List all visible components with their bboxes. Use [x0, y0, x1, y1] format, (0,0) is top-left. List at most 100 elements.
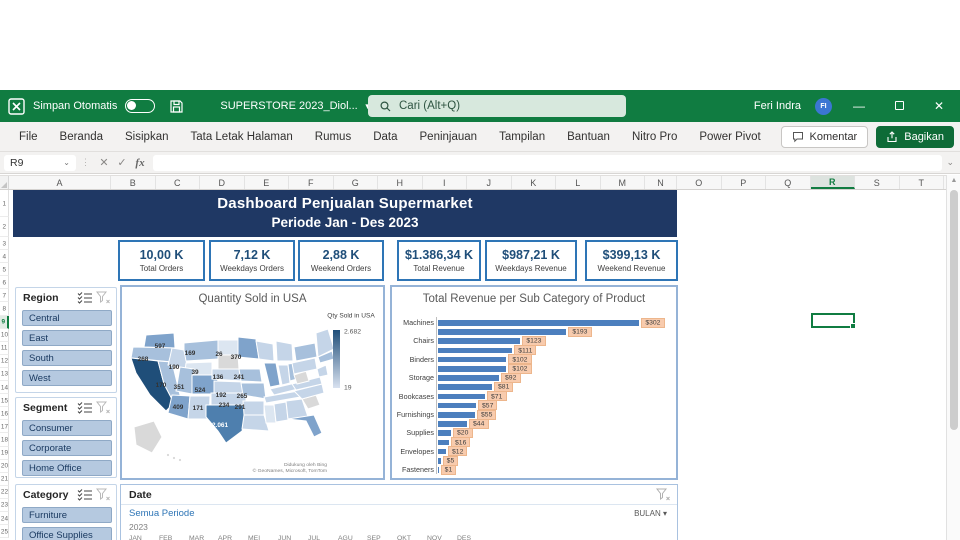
insert-function-icon[interactable]: fx	[131, 157, 149, 169]
select-all-corner[interactable]	[0, 176, 9, 189]
column-header-H[interactable]: H	[378, 176, 423, 189]
date-timeline-slicer[interactable]: Date Semua Periode BULAN ▾ 2023 JAN FEB MA…	[120, 484, 678, 540]
selected-cell-R9[interactable]	[811, 313, 856, 329]
column-header-N[interactable]: N	[645, 176, 677, 189]
row-header-3[interactable]: 3	[0, 237, 9, 251]
close-button[interactable]: ✕	[926, 99, 952, 113]
timeline-month-jun[interactable]: JUN	[278, 534, 291, 540]
ribbon-tab-power-pivot[interactable]: Power Pivot	[688, 125, 771, 149]
scrollbar-thumb[interactable]	[950, 190, 958, 430]
timeline-period-label[interactable]: Semua Periode	[129, 508, 194, 519]
map-chart[interactable]: Quantity Sold in USA 597 268 169 26 370 …	[120, 285, 385, 480]
document-title[interactable]: SUPERSTORE 2023_Diol... ▼	[220, 100, 371, 112]
column-header-D[interactable]: D	[200, 176, 245, 189]
scroll-up-icon[interactable]: ▲	[947, 177, 960, 184]
timeline-granularity-dropdown[interactable]: BULAN ▾	[634, 509, 667, 518]
row-header-12[interactable]: 12	[0, 354, 9, 368]
row-header-11[interactable]: 11	[0, 341, 9, 355]
row-header-10[interactable]: 10	[0, 328, 9, 342]
slicer-item-office-supplies[interactable]: Office Supplies	[22, 527, 112, 540]
multiselect-icon[interactable]	[77, 291, 93, 304]
row-header-7[interactable]: 7	[0, 289, 9, 303]
clear-filter-icon[interactable]	[95, 401, 111, 414]
ribbon-tab-tampilan[interactable]: Tampilan	[488, 125, 556, 149]
share-button[interactable]: Bagikan	[876, 126, 954, 148]
row-header-2[interactable]: 2	[0, 217, 9, 237]
clear-filter-icon[interactable]	[95, 291, 111, 304]
row-header-22[interactable]: 22	[0, 485, 9, 499]
column-header-S[interactable]: S	[855, 176, 900, 189]
column-header-L[interactable]: L	[556, 176, 601, 189]
column-header-J[interactable]: J	[467, 176, 512, 189]
timeline-month-agu[interactable]: AGU	[338, 534, 353, 540]
row-header-15[interactable]: 15	[0, 394, 9, 408]
cancel-icon[interactable]: ✕	[95, 156, 113, 169]
multiselect-icon[interactable]	[77, 401, 93, 414]
row-header-8[interactable]: 8	[0, 302, 9, 316]
minimize-button[interactable]: —	[846, 99, 872, 113]
timeline-month-des[interactable]: DES	[457, 534, 471, 540]
row-header-25[interactable]: 25	[0, 525, 9, 539]
formula-input[interactable]	[153, 154, 943, 171]
row-header-23[interactable]: 23	[0, 498, 9, 512]
column-header-G[interactable]: G	[334, 176, 378, 189]
slicer-item-south[interactable]: South	[22, 350, 112, 366]
enter-icon[interactable]: ✓	[113, 156, 131, 169]
ribbon-tab-tata-letak-halaman[interactable]: Tata Letak Halaman	[179, 125, 303, 149]
slicer-item-west[interactable]: West	[22, 370, 112, 386]
multiselect-icon[interactable]	[77, 488, 93, 501]
column-header-T[interactable]: T	[900, 176, 944, 189]
column-header-P[interactable]: P	[722, 176, 766, 189]
timeline-month-feb[interactable]: FEB	[159, 534, 172, 540]
timeline-month-mar[interactable]: MAR	[189, 534, 204, 540]
column-header-M[interactable]: M	[601, 176, 645, 189]
row-header-20[interactable]: 20	[0, 459, 9, 473]
name-box[interactable]: R9 ⌄	[4, 154, 76, 171]
vertical-scrollbar[interactable]: ▲	[946, 175, 960, 540]
row-header-1[interactable]: 1	[0, 190, 9, 217]
bar-chart[interactable]: Total Revenue per Sub Category of Produc…	[390, 285, 678, 480]
slicer-item-central[interactable]: Central	[22, 310, 112, 326]
comments-button[interactable]: Komentar	[780, 126, 869, 148]
avatar[interactable]: FI	[815, 97, 832, 115]
timeline-month-apr[interactable]: APR	[218, 534, 232, 540]
row-header-24[interactable]: 24	[0, 511, 9, 526]
column-header-O[interactable]: O	[677, 176, 722, 189]
row-header-18[interactable]: 18	[0, 433, 9, 447]
ribbon-tab-rumus[interactable]: Rumus	[304, 125, 362, 149]
timeline-month-mei[interactable]: MEI	[248, 534, 260, 540]
row-header-4[interactable]: 4	[0, 250, 9, 264]
search-input[interactable]: Cari (Alt+Q)	[368, 95, 626, 117]
clear-filter-icon[interactable]	[95, 488, 111, 501]
slicer-item-furniture[interactable]: Furniture	[22, 507, 112, 523]
row-header-16[interactable]: 16	[0, 407, 9, 421]
ribbon-tab-data[interactable]: Data	[362, 125, 408, 149]
row-header-13[interactable]: 13	[0, 367, 9, 382]
collapse-ribbon-icon[interactable]: ⌄	[946, 157, 960, 168]
row-header-5[interactable]: 5	[0, 263, 9, 277]
ribbon-tab-sisipkan[interactable]: Sisipkan	[114, 125, 179, 149]
column-header-B[interactable]: B	[111, 176, 156, 189]
ribbon-tab-beranda[interactable]: Beranda	[49, 125, 114, 149]
excel-app-icon[interactable]	[8, 97, 25, 115]
row-header-6[interactable]: 6	[0, 276, 9, 290]
slicer-item-consumer[interactable]: Consumer	[22, 420, 112, 436]
slicer-item-corporate[interactable]: Corporate	[22, 440, 112, 456]
restore-button[interactable]	[886, 99, 912, 113]
user-name[interactable]: Feri Indra	[754, 100, 801, 112]
ribbon-tab-bantuan[interactable]: Bantuan	[556, 125, 621, 149]
save-icon[interactable]	[169, 99, 184, 114]
slicer-item-east[interactable]: East	[22, 330, 112, 346]
row-header-9[interactable]: 9	[0, 315, 9, 329]
column-header-C[interactable]: C	[156, 176, 200, 189]
clear-filter-icon[interactable]	[655, 488, 671, 501]
ribbon-tab-file[interactable]: File	[8, 125, 49, 149]
column-header-R[interactable]: R	[810, 176, 855, 189]
slicer-item-home-office[interactable]: Home Office	[22, 460, 112, 476]
timeline-month-jan[interactable]: JAN	[129, 534, 142, 540]
column-header-I[interactable]: I	[423, 176, 467, 189]
column-header-K[interactable]: K	[512, 176, 556, 189]
column-header-Q[interactable]: Q	[766, 176, 811, 189]
column-header-A[interactable]: A	[9, 176, 111, 189]
namebox-dropdown-icon[interactable]: ⌄	[63, 158, 70, 167]
